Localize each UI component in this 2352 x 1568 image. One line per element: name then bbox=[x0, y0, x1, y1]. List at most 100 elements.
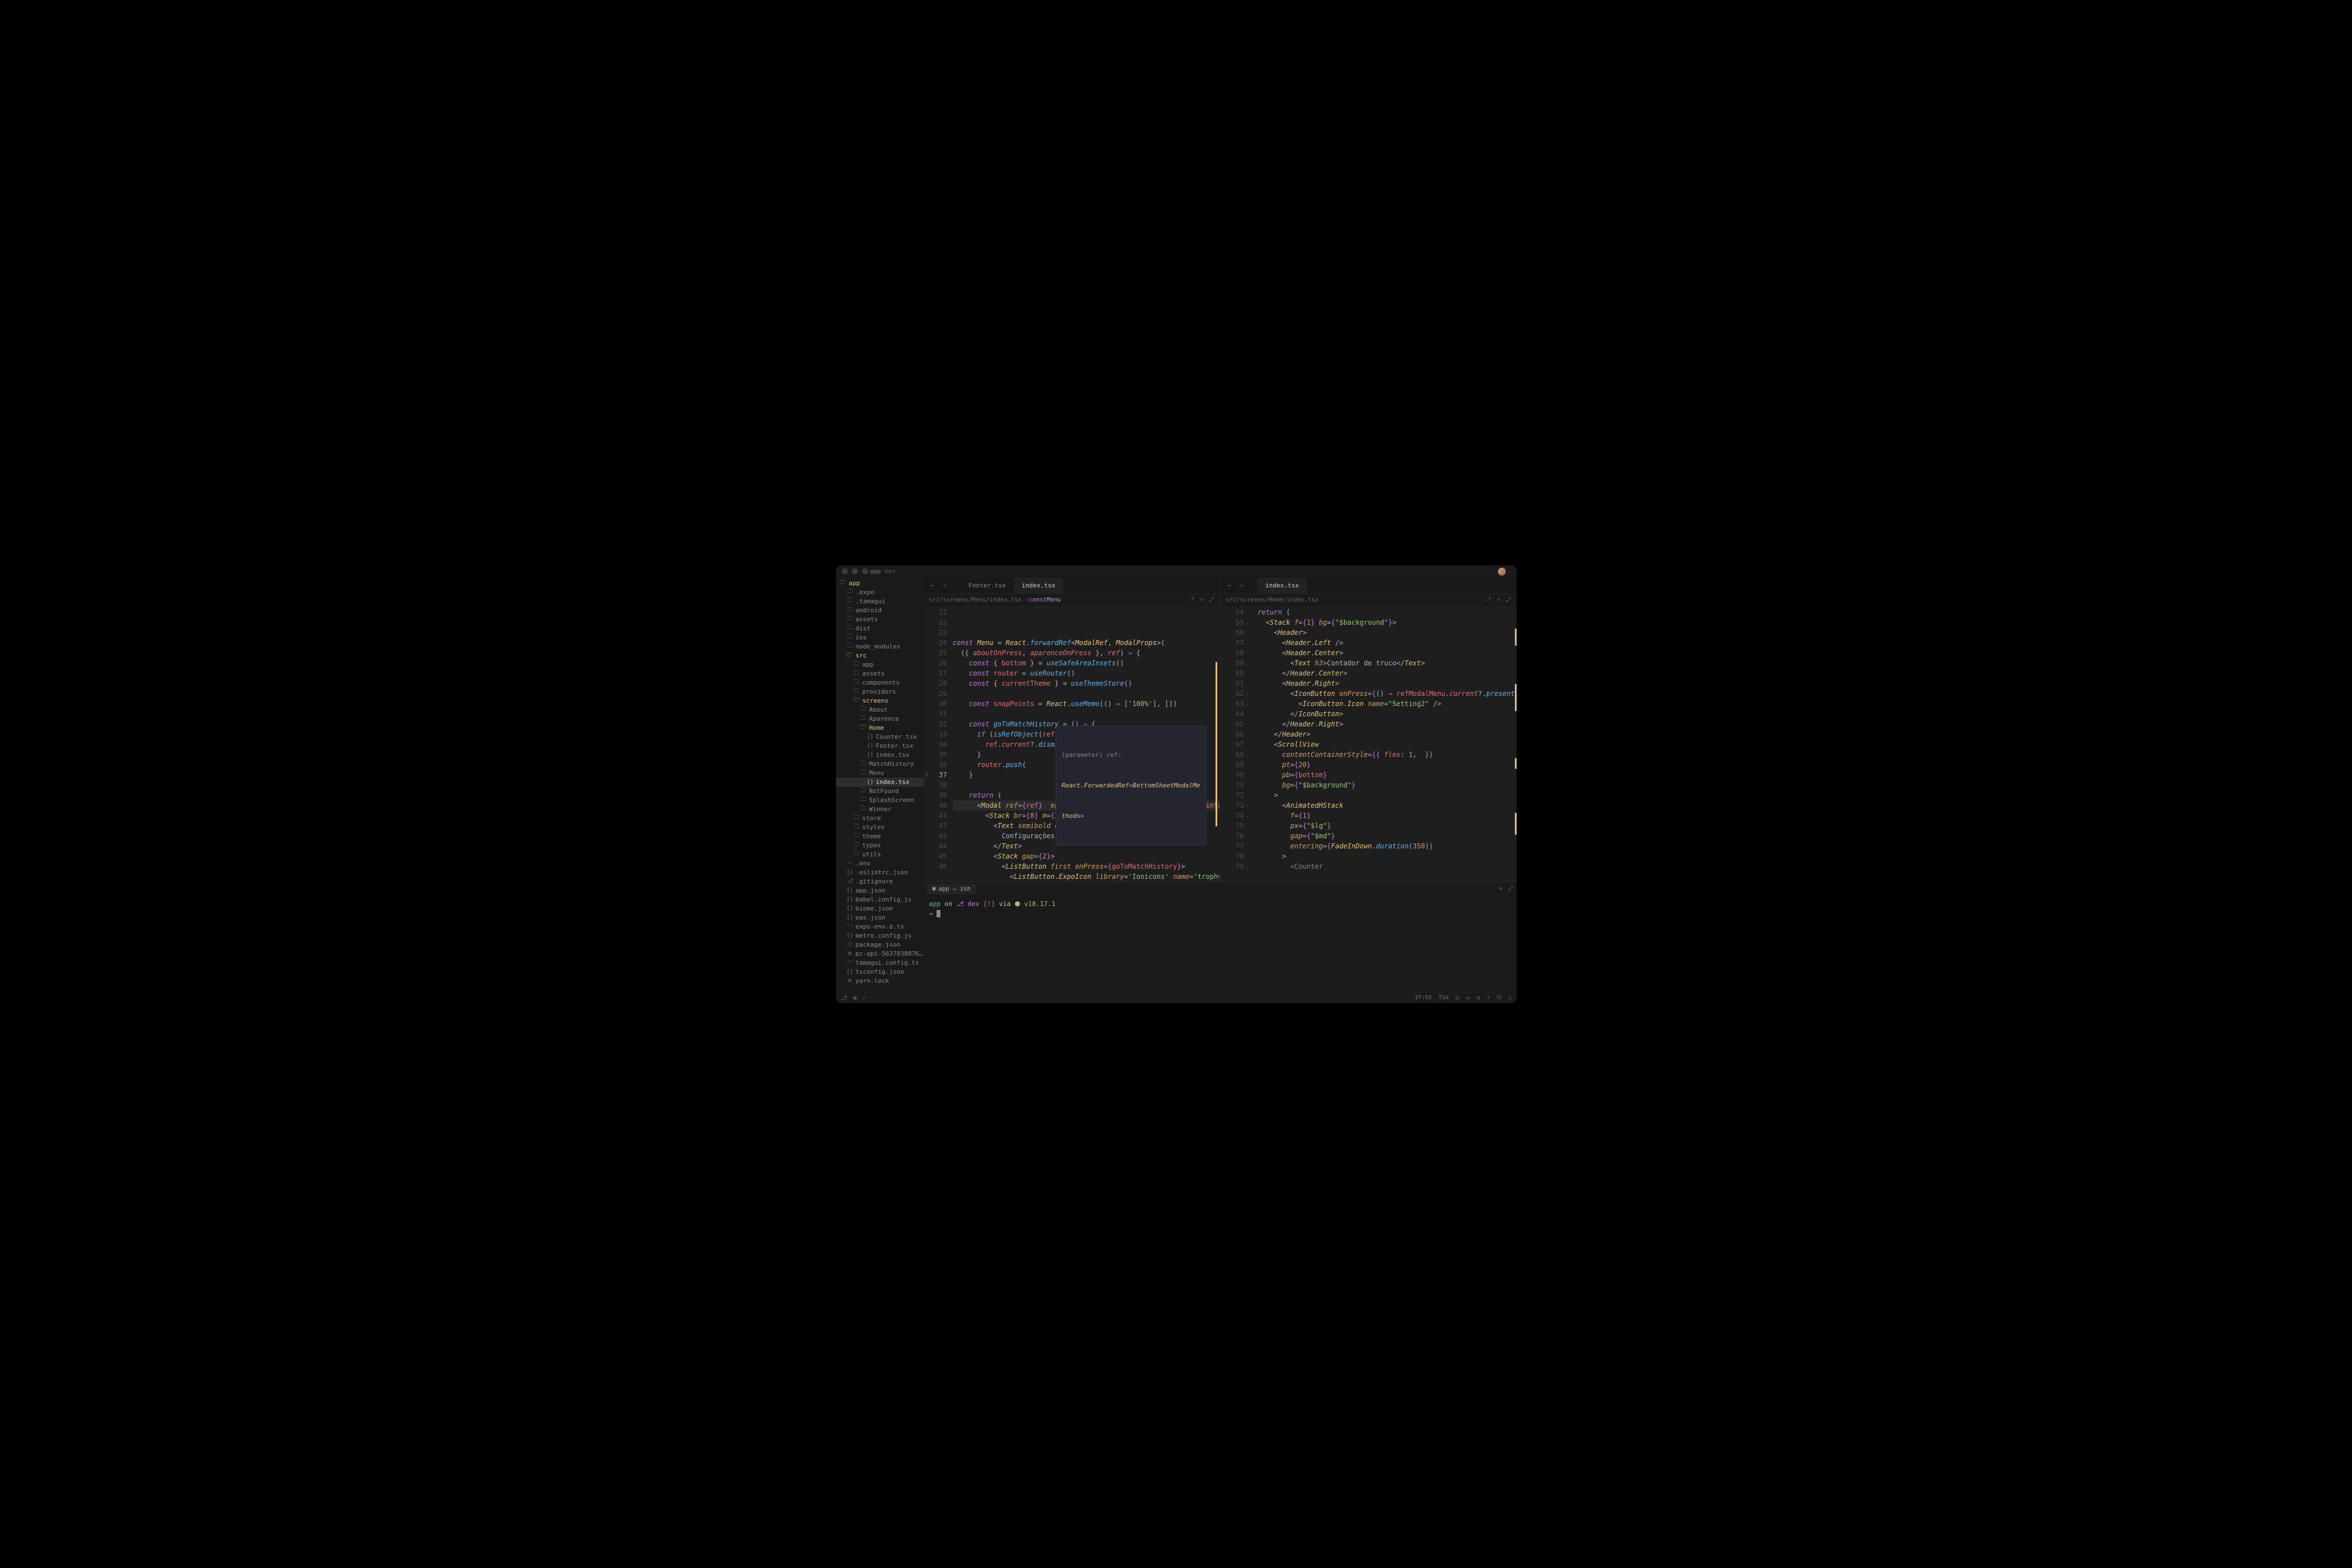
breadcrumb-left[interactable]: src/screens/Menu/index.tsx › const Menu … bbox=[924, 594, 1220, 607]
tree-item[interactable]: 🗀SplashScreen bbox=[836, 796, 924, 805]
code-line[interactable]: <ScrollView bbox=[1249, 739, 1517, 750]
feedback-icon[interactable]: ⊕ bbox=[1476, 994, 1480, 1001]
code-line[interactable]: return ( bbox=[1249, 607, 1517, 617]
tree-item[interactable]: {}tsconfig.json bbox=[836, 968, 924, 977]
max-dot[interactable] bbox=[862, 568, 868, 574]
tree-item[interactable]: {}index.tsx bbox=[836, 751, 924, 760]
code-line[interactable]: bg={"$background"} bbox=[1249, 780, 1517, 790]
tree-item[interactable]: ⬡package.json bbox=[836, 940, 924, 949]
tree-item[interactable]: ᵀˢexpo-env.d.ts bbox=[836, 922, 924, 931]
code-line[interactable]: </Header.Center> bbox=[1249, 668, 1517, 678]
editor-tab[interactable]: index.tsx bbox=[1257, 578, 1307, 594]
terminal-panel[interactable]: ▣ app — zsh + ⤢ app on ⎇ dev [!] via ⬢ v… bbox=[924, 882, 1517, 992]
layout-icon[interactable]: ⧉ bbox=[1497, 994, 1501, 1001]
tree-item[interactable]: {}metro.config.js bbox=[836, 931, 924, 940]
search-icon[interactable]: ⌕ bbox=[1200, 596, 1203, 604]
code-line[interactable]: const snapPoints = React.useMemo(() ⇒ ['… bbox=[953, 699, 1220, 709]
code-line[interactable]: pb={bottom} bbox=[1249, 770, 1517, 780]
file-explorer[interactable]: 🗁app🗀.expo🗀.tamagui🗀android🗀assets🗀dist🗀… bbox=[836, 578, 924, 992]
tree-item[interactable]: 🗀utils bbox=[836, 850, 924, 859]
tree-item[interactable]: {}.eslintrc.json bbox=[836, 868, 924, 877]
tree-item[interactable]: 🗀Winner bbox=[836, 805, 924, 814]
code-line[interactable]: entering={FadeInDown.duration(350)} bbox=[1249, 841, 1517, 851]
statusbar[interactable]: ⎇ ◉ ✓ 37:53 TSX ⊡ ✉ ⊕ z ⧉ ◊ bbox=[836, 992, 1517, 1003]
tree-item[interactable]: 🗀providers bbox=[836, 687, 924, 696]
code-line[interactable]: px={"$lg"} bbox=[1249, 821, 1517, 831]
code-line[interactable]: <ListButton.ExpoIcon library='Ionicons' … bbox=[953, 872, 1220, 882]
code-line[interactable]: > bbox=[1249, 790, 1517, 800]
breadcrumb-right[interactable]: src/screens/Home/index.tsx :T ⌕ ⤢ bbox=[1220, 594, 1517, 607]
tree-item[interactable]: 🗁Home bbox=[836, 724, 924, 733]
tree-item[interactable]: {}babel.config.js bbox=[836, 895, 924, 904]
code-line[interactable]: const router = useRouter() bbox=[953, 668, 1220, 678]
expand-icon[interactable]: ⤢ bbox=[1209, 596, 1214, 604]
min-dot[interactable] bbox=[852, 568, 858, 574]
regex-icon[interactable]: :T bbox=[1486, 596, 1491, 604]
terminal-tab[interactable]: ▣ app — zsh bbox=[927, 884, 977, 894]
nav-forward[interactable]: → bbox=[939, 580, 949, 590]
chevron-down-icon[interactable]: ⌄ bbox=[1508, 569, 1510, 574]
tree-item[interactable]: ∘.env bbox=[836, 859, 924, 868]
nav-forward[interactable]: → bbox=[1236, 580, 1246, 590]
tree-item[interactable]: 🗀Aparence bbox=[836, 715, 924, 724]
code-line[interactable]: <Header.Right> bbox=[1249, 678, 1517, 689]
code-line[interactable] bbox=[953, 689, 1220, 699]
tree-item[interactable]: ⊠yarn.lock bbox=[836, 977, 924, 986]
tree-item[interactable]: {}app.json bbox=[836, 886, 924, 895]
regex-icon[interactable]: :T bbox=[1189, 596, 1195, 604]
close-dot[interactable] bbox=[842, 568, 848, 574]
code-line[interactable]: > bbox=[1249, 851, 1517, 861]
code-line[interactable]: </Header.Right> bbox=[1249, 719, 1517, 729]
tree-item[interactable]: {}index.tsx bbox=[836, 778, 924, 787]
search-icon[interactable]: ⌕ bbox=[1497, 596, 1500, 604]
person-icon[interactable]: ◉ bbox=[853, 994, 857, 1001]
terminal-body[interactable]: app on ⎇ dev [!] via ⬢ v18.17.1 → bbox=[924, 896, 1517, 992]
code-line[interactable]: <Header.Center> bbox=[1249, 648, 1517, 658]
code-editor-left[interactable]: 21222324252627282930313233343536⚡3738394… bbox=[924, 607, 1220, 882]
tree-item[interactable]: ᵀˢtamagui.config.ts bbox=[836, 959, 924, 968]
tree-item[interactable]: 🗀.tamagui bbox=[836, 597, 924, 606]
tabbar-right[interactable]: ← → index.tsx bbox=[1220, 578, 1517, 594]
tree-item[interactable]: 🗁app bbox=[836, 579, 924, 588]
tree-item[interactable]: 🗀ios bbox=[836, 633, 924, 642]
code-editor-right[interactable]: 5455⌄5657⌄5859⌄606162⌄63⌄6465666768⌄6970… bbox=[1220, 607, 1517, 882]
code-line[interactable]: <Stack gap={2}> bbox=[953, 851, 1220, 861]
tabbar-left[interactable]: ← → Footer.tsxindex.tsx bbox=[924, 578, 1220, 594]
editor-tab[interactable]: index.tsx bbox=[1014, 578, 1064, 594]
titlebar[interactable]: appdev ⌄ bbox=[836, 565, 1517, 578]
code-line[interactable]: <IconButton.Icon name="Setting2" /> bbox=[1249, 699, 1517, 709]
tree-item[interactable]: 🗀About bbox=[836, 705, 924, 715]
tree-item[interactable]: 🗀assets bbox=[836, 669, 924, 678]
code-line[interactable]: const { currentTheme } = useThemeStore() bbox=[953, 678, 1220, 689]
maximize-icon[interactable]: ⤢ bbox=[1508, 885, 1513, 892]
tree-item[interactable]: ⊞pc-api-563793807603 bbox=[836, 949, 924, 959]
code-line[interactable]: <Text h3>Contador de truco</Text> bbox=[1249, 658, 1517, 668]
sleep-icon[interactable]: z bbox=[1487, 995, 1490, 1000]
code-line[interactable]: f={1} bbox=[1249, 811, 1517, 821]
tree-item[interactable]: 🗀android bbox=[836, 606, 924, 615]
tree-item[interactable]: 🗀assets bbox=[836, 615, 924, 624]
code-line[interactable]: <Counter bbox=[1249, 861, 1517, 872]
tree-item[interactable]: 🗀.expo bbox=[836, 588, 924, 597]
code-line[interactable]: pt={20} bbox=[1249, 760, 1517, 770]
language-mode[interactable]: TSX bbox=[1439, 995, 1449, 1001]
code-line[interactable]: <AnimatedHStack bbox=[1249, 800, 1517, 811]
tree-item[interactable]: ⎇.gitignore bbox=[836, 877, 924, 886]
code-line[interactable]: contentContainerStyle={{ flex: 1, }} bbox=[1249, 750, 1517, 760]
nav-back[interactable]: ← bbox=[928, 580, 938, 590]
branch-icon[interactable]: ⎇ bbox=[840, 994, 848, 1001]
code-line[interactable]: </IconButton> bbox=[1249, 709, 1517, 719]
tree-item[interactable]: 🗀MatchHistory bbox=[836, 760, 924, 769]
nav-back[interactable]: ← bbox=[1225, 580, 1235, 590]
tree-item[interactable]: 🗀app bbox=[836, 660, 924, 669]
cursor-position[interactable]: 37:53 bbox=[1415, 995, 1432, 1001]
tree-item[interactable]: 🗀styles bbox=[836, 823, 924, 832]
tree-item[interactable]: {}biome.json bbox=[836, 904, 924, 913]
expand-icon[interactable]: ⤢ bbox=[1506, 596, 1510, 604]
tree-item[interactable]: 🗀types bbox=[836, 841, 924, 850]
code-line[interactable]: const Menu = React.forwardRef<ModalRef, … bbox=[953, 638, 1220, 648]
tree-item[interactable]: 🗁screens bbox=[836, 696, 924, 705]
tree-item[interactable]: 🗀Menu bbox=[836, 769, 924, 778]
code-line[interactable]: gap={"$md"} bbox=[1249, 831, 1517, 841]
tree-item[interactable]: {}Counter.tsx bbox=[836, 733, 924, 742]
